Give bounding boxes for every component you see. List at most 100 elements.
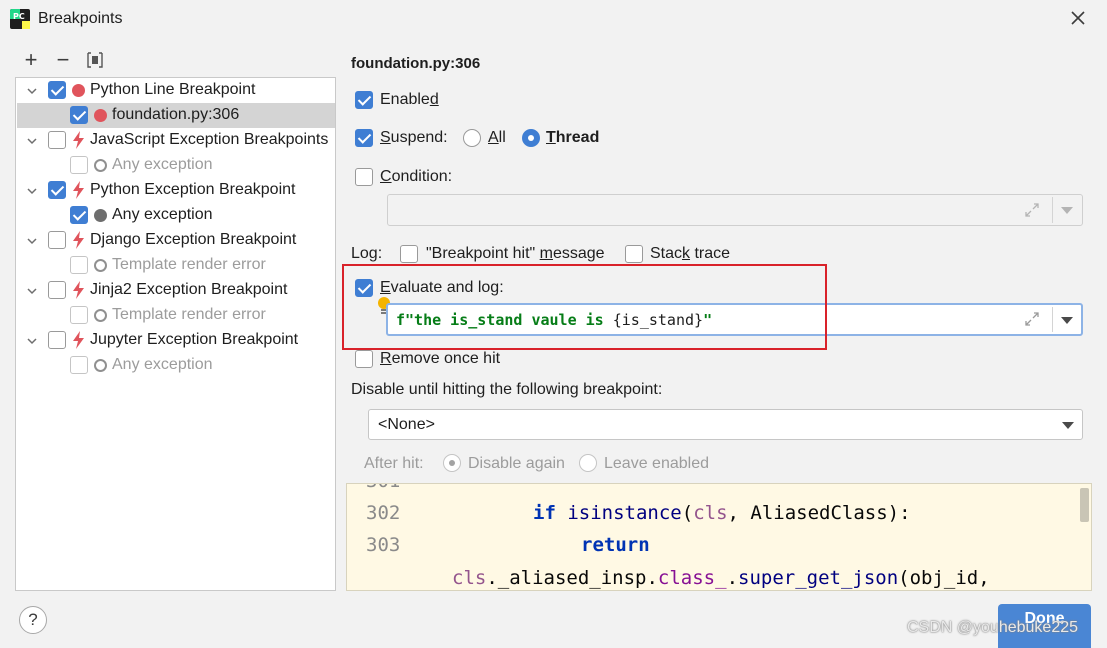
add-icon[interactable]: + <box>21 47 41 72</box>
pycharm-logo-icon: PC <box>10 9 30 29</box>
lightning-icon <box>73 281 84 299</box>
title-bar <box>0 0 1107 38</box>
tree-item-any-exception-python[interactable]: Any exception <box>17 203 335 228</box>
tree-item-foundation[interactable]: foundation.py:306 <box>17 103 335 128</box>
watermark: CSDN @youhebuke225 <box>907 619 1079 636</box>
tree-item-any-exception-js[interactable]: Any exception <box>17 153 335 178</box>
disabled-breakpoint-icon <box>94 159 107 172</box>
tree-item-template-render-django[interactable]: Template render error <box>17 253 335 278</box>
tree-label: Any exception <box>112 206 213 223</box>
tree-label: Any exception <box>112 356 213 373</box>
disable-until-value: <None> <box>378 416 435 433</box>
lightning-icon <box>73 131 84 149</box>
tree-item-any-exception-jupyter[interactable]: Any exception <box>17 353 335 378</box>
tree-group-jupyter-exception[interactable]: Jupyter Exception Breakpoint <box>17 328 335 353</box>
dropdown-arrow-icon[interactable] <box>1062 422 1074 429</box>
lightning-icon <box>73 181 84 199</box>
line-number: 301 <box>366 484 400 492</box>
line-number: 302 <box>366 502 401 524</box>
disabled-breakpoint-icon <box>94 359 107 372</box>
chevron-down-icon[interactable] <box>26 235 38 247</box>
tree-label: Jupyter Exception Breakpoint <box>90 331 299 348</box>
highlight-annotation-box <box>342 264 827 350</box>
checkbox[interactable] <box>48 81 66 99</box>
condition-label[interactable]: Condition: <box>380 168 452 186</box>
disabled-breakpoint-icon <box>94 259 107 272</box>
tree-label: foundation.py:306 <box>112 106 240 123</box>
window-title: Breakpoints <box>38 10 123 27</box>
remove-icon[interactable]: − <box>53 47 73 72</box>
line-number: 303 <box>366 534 401 556</box>
tree-label: Python Exception Breakpoint <box>90 181 296 198</box>
after-hit-label: After hit: <box>364 455 424 472</box>
enabled-checkbox[interactable] <box>355 91 373 109</box>
checkbox[interactable] <box>48 331 66 349</box>
checkbox[interactable] <box>48 181 66 199</box>
tree-group-django-exception[interactable]: Django Exception Breakpoint <box>17 228 335 253</box>
leave-enabled-label[interactable]: Leave enabled <box>604 455 709 473</box>
dropdown-arrow-icon[interactable] <box>1061 207 1073 214</box>
chevron-down-icon[interactable] <box>26 285 38 297</box>
scrollbar-thumb[interactable] <box>1080 488 1089 522</box>
checkbox[interactable] <box>70 206 88 224</box>
chevron-down-icon[interactable] <box>26 135 38 147</box>
checkbox[interactable] <box>48 231 66 249</box>
suspend-checkbox[interactable] <box>355 129 373 147</box>
expand-icon[interactable] <box>1024 311 1040 327</box>
tree-group-jinja2-exception[interactable]: Jinja2 Exception Breakpoint <box>17 278 335 303</box>
disable-again-label[interactable]: Disable again <box>468 455 565 473</box>
line-breakpoint-icon <box>72 84 85 97</box>
disable-until-select[interactable]: <None> <box>368 409 1083 440</box>
breakpoint-tree: Python Line Breakpoint foundation.py:306… <box>15 77 336 591</box>
tree-group-javascript-exception[interactable]: JavaScript Exception Breakpoints <box>17 128 335 153</box>
close-icon[interactable] <box>1066 6 1090 30</box>
lightning-icon <box>73 231 84 249</box>
suspend-all-radio[interactable] <box>463 129 481 147</box>
suspend-thread-label[interactable]: Thread <box>546 129 599 147</box>
code-line: if isinstance(cls, AliasedClass): <box>533 502 911 524</box>
disable-until-label: Disable until hitting the following brea… <box>351 381 663 398</box>
remove-once-hit-checkbox[interactable] <box>355 350 373 368</box>
group-by-file-icon[interactable] <box>85 50 105 70</box>
suspend-label[interactable]: Suspend: <box>380 129 448 147</box>
chevron-down-icon[interactable] <box>26 85 38 97</box>
tree-label: Template render error <box>112 306 266 323</box>
tree-label: Any exception <box>112 156 213 173</box>
condition-input[interactable] <box>387 194 1083 226</box>
expand-icon[interactable] <box>1024 202 1040 218</box>
suspend-all-label[interactable]: All <box>488 129 506 147</box>
dropdown-arrow-icon[interactable] <box>1061 317 1073 324</box>
lightning-icon <box>73 331 84 349</box>
checkbox[interactable] <box>70 256 88 274</box>
tree-item-template-render-jinja2[interactable]: Template render error <box>17 303 335 328</box>
checkbox[interactable] <box>48 131 66 149</box>
log-message-label[interactable]: "Breakpoint hit" message <box>426 245 605 263</box>
tree-label: Template render error <box>112 256 266 273</box>
leave-enabled-radio[interactable] <box>579 454 597 472</box>
breakpoint-title: foundation.py:306 <box>351 55 481 72</box>
log-message-checkbox[interactable] <box>400 245 418 263</box>
condition-checkbox[interactable] <box>355 168 373 186</box>
code-line: cls._aliased_insp.class_.super_get_json(… <box>452 567 990 589</box>
chevron-down-icon[interactable] <box>26 335 38 347</box>
suspend-thread-radio[interactable] <box>522 129 540 147</box>
checkbox[interactable] <box>70 106 88 124</box>
tree-label: JavaScript Exception Breakpoints <box>90 131 329 148</box>
help-button[interactable]: ? <box>19 606 47 634</box>
chevron-down-icon[interactable] <box>26 185 38 197</box>
checkbox[interactable] <box>70 306 88 324</box>
checkbox[interactable] <box>70 356 88 374</box>
disabled-breakpoint-icon <box>94 309 107 322</box>
remove-once-hit-label[interactable]: Remove once hit <box>380 350 500 368</box>
checkbox[interactable] <box>48 281 66 299</box>
checkbox[interactable] <box>70 156 88 174</box>
tree-group-python-exception[interactable]: Python Exception Breakpoint <box>17 178 335 203</box>
tree-group-python-line[interactable]: Python Line Breakpoint <box>17 78 335 103</box>
code-preview: 301 302 303 if isinstance(cls, AliasedCl… <box>346 483 1092 591</box>
stack-trace-checkbox[interactable] <box>625 245 643 263</box>
stack-trace-label[interactable]: Stack trace <box>650 245 730 263</box>
tree-label: Django Exception Breakpoint <box>90 231 297 248</box>
disable-again-radio[interactable] <box>443 454 461 472</box>
line-breakpoint-icon <box>94 109 107 122</box>
enabled-label[interactable]: Enabled <box>380 91 439 109</box>
